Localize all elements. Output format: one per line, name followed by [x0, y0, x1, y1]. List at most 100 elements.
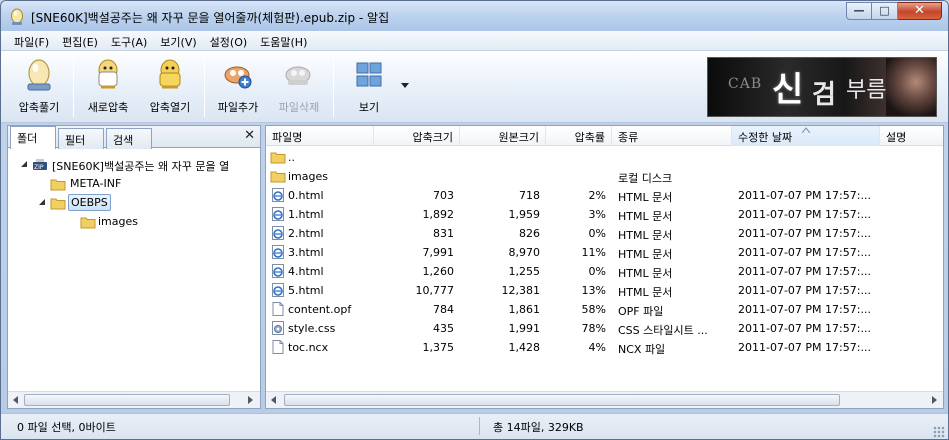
packed-size-cell: 1,260 — [422, 265, 455, 278]
file-row[interactable]: 3.html 7,991 8,970 11% HTML 문서 2011-07-07 PM … — [266, 243, 943, 262]
scroll-left-icon[interactable] — [12, 396, 20, 404]
minimize-button[interactable]: — — [846, 2, 872, 20]
folder-pane: 폴더 필터 검색 ✕ ZIP [SNE60K]백설공주는 왜 자꾸 문을 열 M… — [7, 125, 261, 409]
modified-cell: 2011-07-07 PM 17:57:... — [738, 227, 871, 240]
menu-help[interactable]: 도움말(H) — [253, 31, 313, 51]
file-row[interactable]: images 로컬 디스크 — [266, 167, 943, 186]
egg-icon — [27, 59, 51, 91]
scroll-right-icon[interactable] — [930, 396, 938, 404]
extract-button[interactable]: 압축풀기 — [7, 55, 71, 119]
view-button[interactable]: 보기 — [341, 55, 397, 119]
column-header-packed-size[interactable]: 압축크기 — [374, 126, 460, 146]
banner-big-text: 신 — [772, 70, 804, 110]
collapse-arrow-icon[interactable] — [38, 198, 47, 207]
menu-view[interactable]: 보기(V) — [153, 31, 202, 51]
new-compress-label: 새로압축 — [87, 101, 129, 114]
tree-item-images[interactable]: images — [70, 213, 230, 231]
new-compress-button[interactable]: 새로압축 — [79, 55, 137, 119]
type-cell: HTML 문서 — [618, 229, 673, 242]
folder-icon — [80, 217, 96, 229]
close-pane-icon[interactable]: ✕ — [244, 128, 255, 143]
file-row[interactable]: 2.html 831 826 0% HTML 문서 2011-07-07 PM 17:57… — [266, 224, 943, 243]
packed-size-cell: 703 — [433, 189, 454, 202]
column-header-type[interactable]: 종류 — [612, 126, 732, 146]
file-name-cell: content.opf — [288, 303, 352, 316]
column-header-description[interactable]: 설명 — [880, 126, 943, 146]
open-archive-label: 압축열기 — [149, 101, 191, 114]
tree-label: [SNE60K]백설공주는 왜 자꾸 문을 열 — [52, 160, 230, 173]
original-size-cell: 1,428 — [508, 341, 541, 354]
scroll-thumb[interactable] — [24, 394, 230, 406]
file-row[interactable]: 5.html 10,777 12,381 13% HTML 문서 2011-07-07 P… — [266, 281, 943, 300]
file-row[interactable]: content.opf 784 1,861 58% OPF 파일 2011-07-07 P… — [266, 300, 943, 319]
scroll-right-icon[interactable] — [246, 396, 254, 404]
new-compress-icon — [98, 59, 118, 89]
html-file-icon — [272, 188, 284, 202]
modified-cell: 2011-07-07 PM 17:57:... — [738, 284, 871, 297]
add-file-icon — [224, 66, 252, 89]
original-size-cell: 12,381 — [501, 284, 541, 297]
add-file-button[interactable]: 파일추가 — [209, 55, 267, 119]
html-file-icon — [272, 283, 284, 297]
zip-archive-icon: ZIP — [33, 159, 47, 171]
list-horizontal-scrollbar[interactable] — [266, 391, 943, 408]
scroll-left-icon[interactable] — [270, 396, 278, 404]
menu-settings[interactable]: 설정(O) — [203, 31, 253, 51]
ratio-cell: 58% — [581, 303, 606, 316]
ratio-cell: 13% — [581, 284, 606, 297]
left-horizontal-scrollbar[interactable] — [8, 391, 260, 408]
column-header-ratio[interactable]: 압축률 — [546, 126, 612, 146]
tree-item-archive[interactable]: ZIP [SNE60K]백설공주는 왜 자꾸 문을 열 — [20, 156, 260, 174]
original-size-cell: 1,861 — [508, 303, 541, 316]
collapse-arrow-icon[interactable] — [20, 160, 29, 169]
original-size-cell: 718 — [519, 189, 540, 202]
close-button[interactable]: ✕ — [898, 2, 942, 20]
tab-filter[interactable]: 필터 — [58, 128, 104, 149]
file-row[interactable]: 0.html 703 718 2% HTML 문서 2011-07-07 PM 17:57… — [266, 186, 943, 205]
ratio-cell: 0% — [588, 265, 606, 278]
css-file-icon — [272, 321, 284, 335]
maximize-icon: □ — [879, 4, 890, 17]
view-icon — [356, 62, 382, 87]
file-row[interactable]: toc.ncx 1,375 1,428 4% NCX 파일 2011-07-07 PM 1… — [266, 338, 943, 357]
banner-small-text: CAB — [728, 76, 763, 92]
file-row[interactable]: .. — [266, 148, 943, 167]
menu-tools[interactable]: 도구(A) — [104, 31, 153, 51]
modified-cell: 2011-07-07 PM 17:57:... — [738, 246, 871, 259]
column-header-name[interactable]: 파일명 — [266, 126, 374, 146]
file-row[interactable]: 4.html 1,260 1,255 0% HTML 문서 2011-07-07 PM 1… — [266, 262, 943, 281]
delete-file-button[interactable]: 파일삭제 — [269, 55, 329, 119]
column-header-original-size[interactable]: 원본크기 — [460, 126, 546, 146]
ratio-cell: 2% — [588, 189, 606, 202]
column-header-modified-label: 수정한 날짜 — [738, 131, 793, 144]
maximize-button[interactable]: □ — [872, 2, 898, 20]
resize-grip-icon[interactable] — [933, 426, 945, 438]
ad-banner[interactable]: CAB 신 검 부름 — [707, 57, 937, 117]
tab-search[interactable]: 검색 — [106, 128, 152, 149]
open-archive-button[interactable]: 압축열기 — [141, 55, 199, 119]
type-cell: CSS 스타일시트 ... — [618, 324, 708, 337]
scroll-thumb[interactable] — [284, 394, 840, 406]
file-name-cell: toc.ncx — [288, 341, 329, 354]
ratio-cell: 3% — [588, 208, 606, 221]
status-separator — [479, 417, 480, 435]
file-row[interactable]: style.css 435 1,991 78% CSS 스타일시트 ... 2011-07… — [266, 319, 943, 338]
modified-cell: 2011-07-07 PM 17:57:... — [738, 322, 871, 335]
menu-file[interactable]: 파일(F) — [7, 31, 55, 51]
banner-tail-text: 부름 — [846, 78, 887, 103]
view-dropdown-arrow-icon[interactable] — [401, 83, 409, 88]
packed-size-cell: 1,892 — [422, 208, 455, 221]
file-name-cell: 3.html — [288, 246, 324, 259]
file-row[interactable]: 1.html 1,892 1,959 3% HTML 문서 2011-07-07 PM 1… — [266, 205, 943, 224]
original-size-cell: 826 — [519, 227, 540, 240]
type-cell: HTML 문서 — [618, 210, 673, 223]
menu-edit[interactable]: 편집(E) — [55, 31, 104, 51]
ratio-cell: 11% — [581, 246, 606, 259]
title-bar[interactable]: [SNE60K]백설공주는 왜 자꾸 문을 열어줄까(체험판).epub.zip… — [1, 1, 948, 31]
column-header-modified[interactable]: 수정한 날짜 — [732, 126, 880, 146]
file-name-cell: images — [288, 170, 328, 183]
file-list-pane: 파일명 압축크기 원본크기 압축률 종류 수정한 날짜 설명 .. images 로… — [265, 125, 944, 409]
tab-folder[interactable]: 폴더 — [10, 126, 56, 149]
tree-item-meta-inf[interactable]: META-INF — [36, 175, 236, 193]
tree-item-oebps[interactable]: OEBPS — [36, 194, 236, 212]
